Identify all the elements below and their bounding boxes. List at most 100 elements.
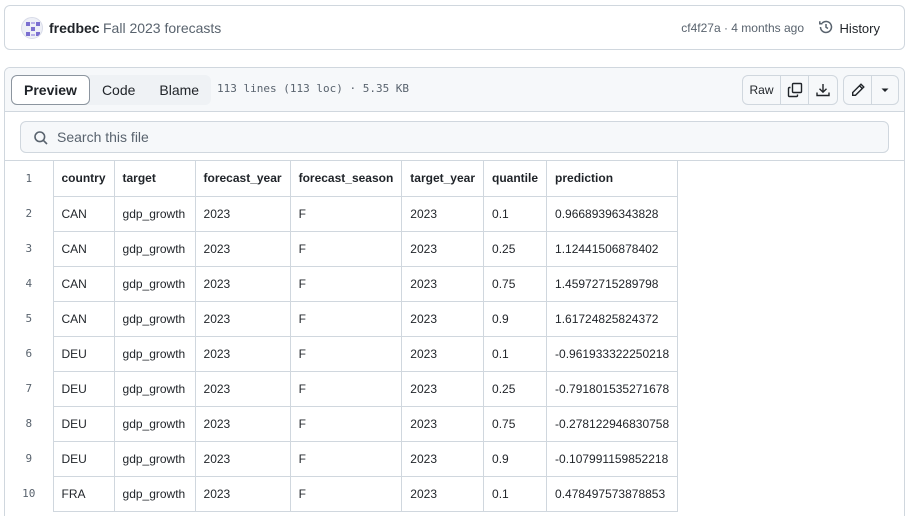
table-row: 5 CAN gdp_growth 2023 F 2023 0.9 1.617248258243… — [5, 300, 679, 337]
line-number[interactable]: 1 — [5, 161, 53, 196]
table-cell: FRA — [52, 475, 115, 512]
table-cell: 2023 — [194, 370, 291, 407]
commit-author-link[interactable]: fredbec — [49, 20, 100, 36]
table-cell: 0.1 — [483, 195, 548, 232]
column-header: forecast_year — [194, 161, 291, 197]
table-cell: gdp_growth — [113, 440, 196, 477]
column-header: country — [52, 161, 115, 197]
csv-table: 1 country target forecast_year forecast_… — [5, 161, 679, 512]
table-cell: gdp_growth — [113, 370, 196, 407]
table-cell: 0.478497573878853 — [546, 475, 679, 512]
table-row: 10 FRA gdp_growth 2023 F 2023 0.1 0.47849757387… — [5, 475, 679, 512]
table-cell: 2023 — [194, 300, 291, 337]
line-number[interactable]: 10 — [5, 476, 53, 511]
table-cell: F — [289, 195, 403, 232]
table-header-row: 1 country target forecast_year forecast_… — [5, 161, 679, 197]
line-number[interactable]: 2 — [5, 196, 53, 231]
table-cell: F — [289, 405, 403, 442]
line-number[interactable]: 5 — [5, 301, 53, 336]
history-icon — [818, 19, 834, 38]
table-cell: gdp_growth — [113, 300, 196, 337]
table-cell: F — [289, 230, 403, 267]
line-number[interactable]: 8 — [5, 406, 53, 441]
column-header: quantile — [483, 161, 548, 197]
line-number[interactable]: 7 — [5, 371, 53, 406]
table-cell: gdp_growth — [113, 335, 196, 372]
table-cell: 2023 — [401, 300, 485, 337]
table-row: 8 DEU gdp_growth 2023 F 2023 0.75 -0.2781229468… — [5, 405, 679, 442]
table-cell: -0.961933322250218 — [546, 335, 679, 372]
table-cell: 1.45972715289798 — [546, 265, 679, 302]
table-cell: F — [289, 370, 403, 407]
table-cell: 0.96689396343828 — [546, 195, 679, 232]
table-row: 6 DEU gdp_growth 2023 F 2023 0.1 -0.96193332225… — [5, 335, 679, 372]
table-cell: F — [289, 475, 403, 512]
table-cell: DEU — [52, 405, 115, 442]
raw-button[interactable]: Raw — [743, 76, 781, 104]
table-cell: DEU — [52, 370, 115, 407]
table-cell: -0.278122946830758 — [546, 405, 679, 442]
table-cell: 2023 — [194, 230, 291, 267]
edit-actions — [843, 75, 899, 105]
table-cell: 2023 — [194, 440, 291, 477]
table-cell: F — [289, 335, 403, 372]
history-button[interactable]: History — [810, 14, 888, 42]
commit-header: fredbec Fall 2023 forecasts cf4f27a · 4 … — [4, 5, 905, 50]
table-cell: 2023 — [194, 405, 291, 442]
table-cell: 0.75 — [483, 405, 548, 442]
download-icon — [815, 82, 831, 98]
table-cell: 2023 — [194, 195, 291, 232]
table-cell: 2023 — [401, 335, 485, 372]
table-cell: gdp_growth — [113, 230, 196, 267]
table-cell: 2023 — [194, 335, 291, 372]
table-cell: gdp_growth — [113, 475, 196, 512]
table-cell: 0.9 — [483, 300, 548, 337]
table-cell: 2023 — [194, 475, 291, 512]
table-cell: F — [289, 440, 403, 477]
table-cell: 0.25 — [483, 370, 548, 407]
table-cell: 0.1 — [483, 335, 548, 372]
table-cell: CAN — [52, 195, 115, 232]
copy-button[interactable] — [781, 76, 809, 104]
tab-blame[interactable]: Blame — [147, 75, 211, 105]
table-cell: 0.9 — [483, 440, 548, 477]
commit-meta[interactable]: cf4f27a · 4 months ago — [681, 21, 804, 35]
file-viewer: Preview Code Blame 113 lines (113 loc) ·… — [4, 67, 905, 516]
table-cell: 2023 — [194, 265, 291, 302]
search-icon — [33, 130, 49, 151]
table-cell: CAN — [52, 230, 115, 267]
line-number[interactable]: 6 — [5, 336, 53, 371]
download-button[interactable] — [809, 76, 837, 104]
table-row: 9 DEU gdp_growth 2023 F 2023 0.9 -0.10799115985… — [5, 440, 679, 477]
table-cell: DEU — [52, 335, 115, 372]
avatar[interactable] — [21, 17, 43, 39]
line-number[interactable]: 3 — [5, 231, 53, 266]
triangle-down-icon — [880, 85, 890, 95]
column-header: prediction — [546, 161, 679, 197]
raw-actions: Raw — [742, 75, 838, 105]
history-label: History — [839, 20, 880, 36]
file-toolbar: Preview Code Blame 113 lines (113 loc) ·… — [5, 68, 904, 112]
commit-message-link[interactable]: Fall 2023 forecasts — [103, 20, 221, 36]
table-cell: 2023 — [401, 195, 485, 232]
table-cell: 0.75 — [483, 265, 548, 302]
table-cell: gdp_growth — [113, 265, 196, 302]
line-number[interactable]: 4 — [5, 266, 53, 301]
tab-preview[interactable]: Preview — [11, 75, 90, 105]
table-cell: -0.107991159852218 — [546, 440, 679, 477]
pencil-icon — [850, 82, 866, 98]
table-row: 2 CAN gdp_growth 2023 F 2023 0.1 0.966893963438… — [5, 195, 679, 232]
tab-code[interactable]: Code — [90, 75, 147, 105]
table-cell: F — [289, 265, 403, 302]
file-info: 113 lines (113 loc) · 5.35 KB — [217, 82, 410, 95]
edit-dropdown-button[interactable] — [872, 76, 898, 104]
table-cell: CAN — [52, 300, 115, 337]
table-row: 3 CAN gdp_growth 2023 F 2023 0.25 1.12441506878… — [5, 230, 679, 267]
copy-icon — [787, 82, 803, 98]
line-number[interactable]: 9 — [5, 441, 53, 476]
search-input[interactable] — [57, 123, 877, 151]
column-header: target — [113, 161, 196, 197]
table-cell: 0.25 — [483, 230, 548, 267]
edit-button[interactable] — [844, 76, 872, 104]
table-cell: gdp_growth — [113, 195, 196, 232]
